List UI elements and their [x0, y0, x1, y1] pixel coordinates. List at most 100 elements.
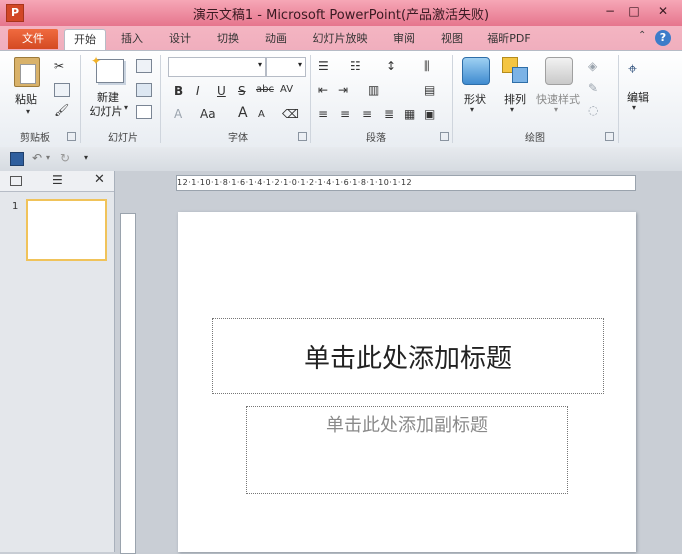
- ribbon-tab-bar: 文件 开始 插入 设计 切换 动画 幻灯片放映 审阅 视图 福昕PDF: [0, 26, 682, 50]
- window-title: 演示文稿1 - Microsoft PowerPoint(产品激活失败): [192, 8, 490, 23]
- clear-formatting-icon[interactable]: ⌫: [282, 107, 299, 121]
- shapes-dropdown-icon[interactable]: ▾: [470, 105, 474, 114]
- undo-icon[interactable]: ↶: [32, 151, 42, 165]
- shrink-font-button[interactable]: A: [258, 109, 265, 120]
- strikethrough-button[interactable]: S: [238, 84, 246, 98]
- tab-foxit-pdf[interactable]: 福昕PDF: [480, 29, 538, 49]
- increase-indent-icon[interactable]: ⇥: [338, 83, 348, 97]
- new-slide-dropdown-icon[interactable]: ▾: [124, 103, 128, 112]
- slide-thumbnail[interactable]: [26, 199, 107, 261]
- underline-button[interactable]: U: [217, 84, 226, 98]
- arrange-dropdown-icon[interactable]: ▾: [510, 105, 514, 114]
- redo-icon[interactable]: ↻: [60, 151, 70, 165]
- cut-icon[interactable]: ✂: [54, 59, 64, 73]
- shape-fill-icon[interactable]: ◈: [588, 59, 597, 73]
- arrange-button-label[interactable]: 排列: [498, 91, 532, 107]
- font-family-combo[interactable]: ▾: [168, 57, 266, 77]
- title-placeholder[interactable]: 单击此处添加标题: [212, 318, 604, 394]
- title-bar: P 演示文稿1 - Microsoft PowerPoint(产品激活失败) −…: [0, 0, 682, 27]
- align-center-icon[interactable]: ≡: [340, 107, 350, 121]
- bold-button[interactable]: B: [174, 84, 183, 98]
- help-icon[interactable]: ?: [655, 30, 671, 46]
- close-pane-icon[interactable]: ✕: [94, 172, 105, 187]
- line-spacing-icon[interactable]: ↕: [386, 59, 396, 73]
- align-right-icon[interactable]: ≡: [362, 107, 372, 121]
- arrange-icon[interactable]: [502, 57, 528, 83]
- columns-icon[interactable]: ▥: [368, 83, 379, 97]
- ribbon: 粘贴 ▾ ✂ 🖌 剪贴板 ✦ 新建 幻灯片 ▾ 幻灯片 ▾ ▾ B I U S …: [0, 50, 682, 148]
- new-slide-icon[interactable]: ✦: [91, 54, 124, 83]
- customize-qat-icon[interactable]: ▾: [84, 153, 88, 162]
- drawing-group-label: 绘图: [525, 133, 545, 144]
- layout-icon[interactable]: [136, 59, 152, 73]
- group-divider: [80, 55, 81, 143]
- outline-tab-icon[interactable]: ☰: [52, 173, 63, 187]
- justify-icon[interactable]: ≣: [384, 107, 394, 121]
- quick-styles-icon[interactable]: [545, 57, 573, 85]
- shape-effects-icon[interactable]: ◌: [588, 103, 598, 117]
- grow-font-button[interactable]: A: [238, 105, 248, 121]
- tab-file[interactable]: 文件: [8, 29, 58, 49]
- numbering-icon[interactable]: ☷: [350, 59, 361, 73]
- paragraph-launcher-icon[interactable]: [440, 132, 449, 141]
- subtitle-placeholder[interactable]: 单击此处添加副标题: [246, 406, 568, 494]
- horizontal-ruler: 12·1·10·1·8·1·6·1·4·1·2·1·0·1·2·1·4·1·6·…: [176, 175, 636, 191]
- shapes-button-label[interactable]: 形状: [458, 91, 492, 107]
- slides-tab-icon[interactable]: [10, 176, 22, 186]
- paste-button-label[interactable]: 粘贴: [10, 91, 42, 107]
- strike-abc-button[interactable]: abc: [256, 84, 274, 95]
- clipboard-launcher-icon[interactable]: [67, 132, 76, 141]
- find-binoculars-icon[interactable]: ⌖: [628, 59, 637, 79]
- distributed-icon[interactable]: ▦: [404, 107, 415, 121]
- quick-access-toolbar: ↶ ▾ ↻ ▾: [0, 147, 682, 172]
- character-spacing-button[interactable]: AV: [280, 84, 293, 95]
- tab-animations[interactable]: 动画: [256, 29, 296, 49]
- shapes-icon[interactable]: [462, 57, 490, 85]
- copy-icon[interactable]: [54, 83, 70, 97]
- paste-icon[interactable]: [14, 57, 40, 87]
- section-icon[interactable]: [136, 105, 152, 119]
- text-direction-icon[interactable]: ⫼: [424, 59, 430, 74]
- thumbnail-pane-tabs: ☰ ✕: [0, 171, 114, 192]
- font-launcher-icon[interactable]: [298, 132, 307, 141]
- tab-insert[interactable]: 插入: [112, 29, 152, 49]
- slide-thumbnail-pane: ☰ ✕ 1: [0, 171, 115, 552]
- minimize-button[interactable]: −: [598, 3, 622, 19]
- font-color-button[interactable]: A: [174, 107, 182, 121]
- tab-view[interactable]: 视图: [432, 29, 472, 49]
- tab-design[interactable]: 设计: [160, 29, 200, 49]
- bullets-icon[interactable]: ☰: [318, 59, 329, 73]
- editing-button-label[interactable]: 编辑: [622, 89, 654, 105]
- new-slide-label-line2[interactable]: 幻灯片: [86, 103, 126, 119]
- decrease-indent-icon[interactable]: ⇤: [318, 83, 328, 97]
- change-case-button[interactable]: Aa: [200, 107, 216, 121]
- save-icon[interactable]: [10, 152, 24, 166]
- restore-button[interactable]: □: [622, 3, 646, 19]
- shape-outline-icon[interactable]: ✎: [588, 81, 598, 95]
- quick-styles-dropdown-icon[interactable]: ▾: [554, 105, 558, 114]
- slide-number: 1: [12, 201, 19, 212]
- align-left-icon[interactable]: ≡: [318, 107, 328, 121]
- paste-dropdown-icon[interactable]: ▾: [26, 107, 30, 116]
- drawing-launcher-icon[interactable]: [605, 132, 614, 141]
- clipboard-group-label: 剪贴板: [20, 133, 50, 144]
- group-divider: [310, 55, 311, 143]
- close-button[interactable]: ✕: [648, 3, 678, 19]
- undo-dropdown-icon[interactable]: ▾: [46, 153, 50, 162]
- tab-transitions[interactable]: 切换: [208, 29, 248, 49]
- collapse-ribbon-icon[interactable]: ⌃: [638, 30, 646, 41]
- reset-icon[interactable]: [136, 83, 152, 97]
- vertical-ruler: [120, 213, 136, 554]
- align-text-icon[interactable]: ▤: [424, 83, 435, 97]
- font-size-combo[interactable]: ▾: [266, 57, 306, 77]
- group-divider: [618, 55, 619, 143]
- font-group-label: 字体: [228, 133, 248, 144]
- group-divider: [452, 55, 453, 143]
- italic-button[interactable]: I: [196, 84, 200, 98]
- editing-dropdown-icon[interactable]: ▾: [632, 103, 636, 112]
- tab-slideshow[interactable]: 幻灯片放映: [306, 29, 374, 49]
- tab-home[interactable]: 开始: [64, 29, 106, 50]
- format-painter-icon[interactable]: 🖌: [54, 103, 69, 117]
- smartart-icon[interactable]: ▣: [424, 107, 435, 121]
- tab-review[interactable]: 审阅: [384, 29, 424, 49]
